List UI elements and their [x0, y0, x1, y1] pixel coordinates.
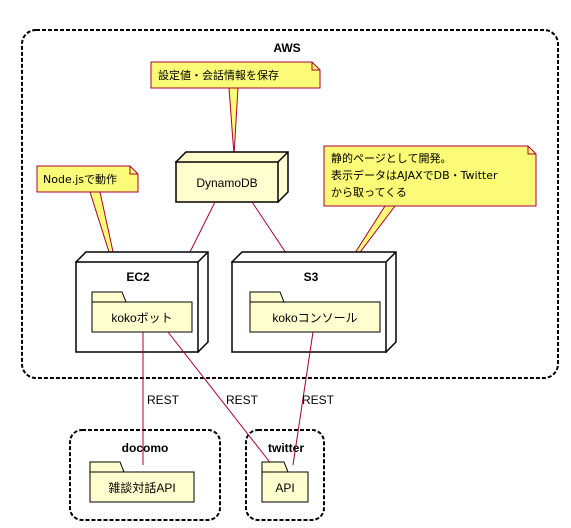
node-dynamodb: DynamoDB	[174, 151, 289, 203]
folder-koko-bot-label: kokoボット	[111, 311, 172, 325]
edge-bot-docomo-label: REST	[147, 393, 180, 407]
edge-bot-twitter-label: REST	[226, 393, 259, 407]
folder-docomo-api-label: 雑談対話API	[108, 480, 175, 495]
deployment-diagram: AWS docomo twitter 設定値・会話情報を保存 Node.jsで動…	[21, 29, 559, 521]
edge-console-twitter-label: REST	[302, 393, 335, 407]
node-dynamodb-label: DynamoDB	[196, 176, 257, 190]
note-nodejs-text: Node.jsで動作	[43, 172, 117, 186]
twitter-cloud-label: twitter	[268, 441, 304, 455]
node-ec2-label: EC2	[126, 270, 150, 284]
node-s3-label: S3	[304, 270, 319, 284]
folder-koko-console-label: kokoコンソール	[272, 311, 357, 325]
aws-cloud-label: AWS	[273, 41, 300, 55]
docomo-cloud-label: docomo	[122, 441, 169, 455]
note-console-line3: から取ってくる	[331, 186, 407, 199]
note-console-line2: 表示データはAJAXでDB・Twitter	[331, 168, 498, 182]
note-settings-text: 設定値・会話情報を保存	[158, 68, 279, 82]
note-console-line1: 静的ページとして開発。	[331, 151, 451, 165]
folder-twitter-api-label: API	[275, 481, 294, 495]
